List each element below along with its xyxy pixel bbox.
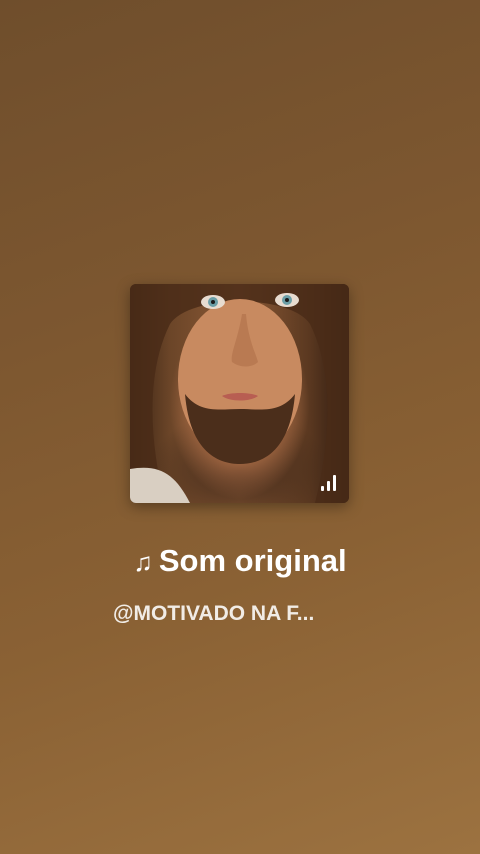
sound-title-row[interactable]: ♫ Som original	[0, 543, 480, 579]
signal-bars-icon	[321, 475, 337, 491]
sound-author[interactable]: @MOTIVADO NA F...	[113, 602, 373, 626]
portrait-image	[130, 284, 349, 503]
album-cover[interactable]	[130, 284, 349, 503]
music-note-icon: ♫	[133, 547, 153, 577]
sound-title: Som original	[158, 543, 347, 578]
